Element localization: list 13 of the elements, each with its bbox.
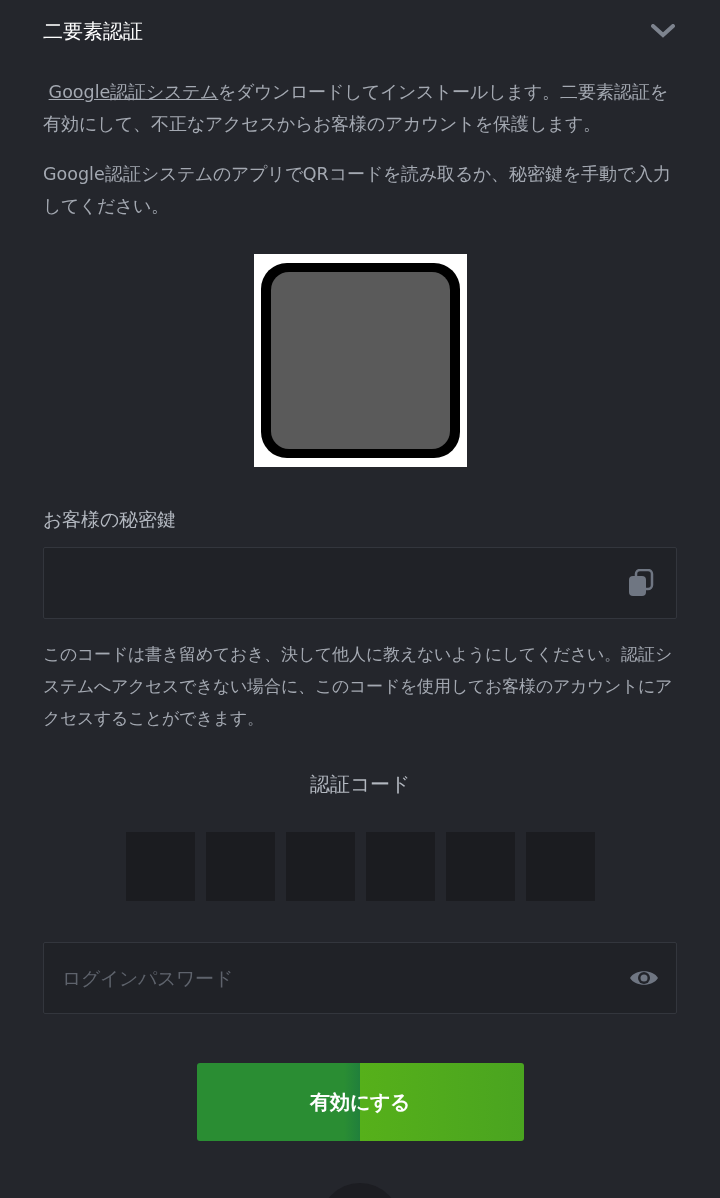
authenticator-link[interactable]: Google認証システム [48, 82, 219, 102]
instruction-text: Google認証システムのアプリでQRコードを読み取るか、秘密鍵を手動で入力してください。 [43, 163, 672, 218]
enable-button[interactable]: 有効にする [196, 1063, 524, 1141]
password-field[interactable]: ログインパスワード [43, 942, 677, 1014]
auth-code-label: 認証コード [309, 771, 411, 798]
secret-key-field[interactable] [43, 547, 677, 619]
backup-note: このコードは書き留めておき、決して他人に教えないようにしてください。認証システムへアクセスできない場合に、このコードを使用してお客様のアカウントにアクセスすることができます。 [43, 644, 673, 730]
secret-key-label: お客様の秘密鍵 [43, 507, 177, 532]
eye-icon[interactable] [629, 968, 659, 988]
copy-icon[interactable] [628, 569, 654, 597]
chevron-down-icon[interactable] [651, 24, 675, 38]
intro-text: Google認証システムをダウンロードしてインストールします。二要素認証を有効にして、不正なアクセスからお客様のアカウントを保護します。 [43, 81, 670, 136]
section-title: 二要素認証 [43, 17, 143, 45]
